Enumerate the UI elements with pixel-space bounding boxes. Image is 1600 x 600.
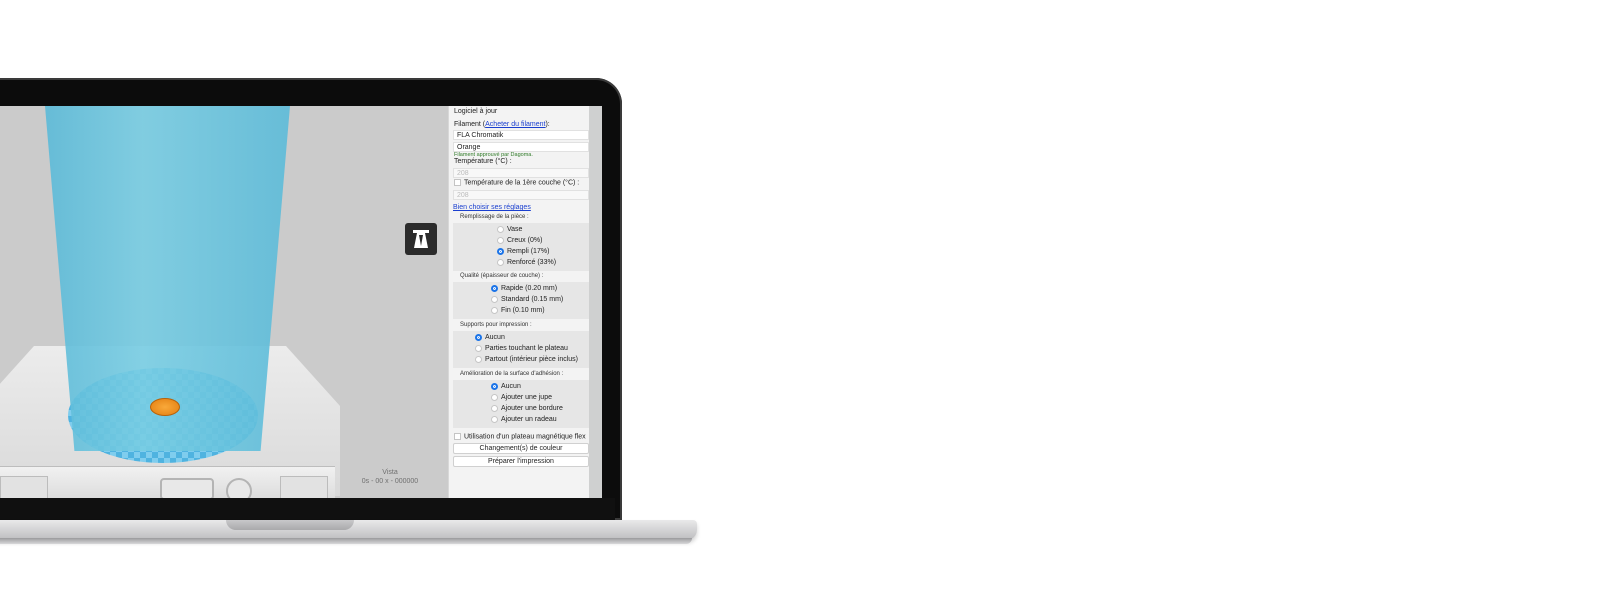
quality-option-label: Fin (0.10 mm) [501,307,545,314]
fill-radio[interactable] [497,226,504,233]
first-layer-label: Température de la 1ère couche (°C) : [464,179,580,187]
filament-label: Filament [454,121,481,128]
fill-title: Remplissage de la pièce : [460,214,529,220]
3d-viewport[interactable]: Vista 0s - 00 x - 000000 [0,106,458,498]
fill-option-label: Vase [507,226,523,233]
adhesion-radio[interactable] [491,394,498,401]
quality-radio[interactable] [491,307,498,314]
fill-option[interactable]: Renforcé (33%) [497,259,556,266]
laptop-bezel [0,498,615,520]
dagoma-logo-icon [405,223,437,255]
prepare-print-button[interactable]: Préparer l'impression [453,456,589,467]
adhesion-title: Amélioration de la surface d'adhésion : [460,371,564,377]
viewport-info-line1: Vista [382,469,398,476]
fill-radio[interactable] [497,259,504,266]
quality-option[interactable]: Fin (0.10 mm) [491,307,545,314]
filament-label-row: Filament (Acheter du filament): [454,121,550,128]
laptop-notch [226,520,354,530]
supports-option[interactable]: Aucun [475,334,505,341]
adhesion-radio[interactable] [491,416,498,423]
settings-help-link[interactable]: Bien choisir ses réglages [453,204,531,211]
adhesion-option-label: Ajouter une bordure [501,405,563,412]
magnetic-plate-label: Utilisation d'un plateau magnétique flex [464,433,586,441]
laptop-base-edge [0,538,692,544]
supports-radio[interactable] [475,345,482,352]
print-model[interactable] [150,398,180,416]
printer-card-slot [160,478,214,498]
filament-color-select[interactable]: Orange [453,142,589,152]
supports-option-label: Aucun [485,334,505,341]
fill-radio-selected[interactable] [497,248,504,255]
settings-panel: Logiciel à jour Filament (Acheter du fil… [448,106,589,498]
adhesion-option-label: Aucun [501,383,521,390]
supports-options: Aucun Parties touchant le plateau Partou… [453,331,589,368]
printer-leg-left [0,476,48,498]
fill-option[interactable]: Rempli (17%) [497,248,549,255]
adhesion-option[interactable]: Ajouter une jupe [491,394,552,401]
magnetic-plate-checkbox[interactable] [454,433,461,440]
fill-options: Vase Creux (0%) Rempli (17%) Renforcé (3… [453,223,589,271]
supports-option[interactable]: Partout (intérieur pièce inclus) [475,356,578,363]
first-layer-checkbox[interactable] [454,179,461,186]
fill-radio[interactable] [497,237,504,244]
adhesion-options: Aucun Ajouter une jupe Ajouter une bordu… [453,380,589,428]
first-layer-input[interactable]: 208 [453,190,589,200]
filament-link-close: ): [545,121,550,128]
adhesion-radio-selected[interactable] [491,383,498,390]
printer-button [226,478,252,498]
quality-option-label: Standard (0.15 mm) [501,296,564,303]
filament-select[interactable]: FLA Chromatik [453,130,589,140]
viewport-info: Vista 0s - 00 x - 000000 [355,468,425,486]
supports-option-label: Partout (intérieur pièce inclus) [485,356,578,363]
supports-radio-selected[interactable] [475,334,482,341]
adhesion-option-label: Ajouter un radeau [501,416,557,423]
viewport-info-line2: 0s - 00 x - 000000 [361,478,419,485]
adhesion-radio[interactable] [491,405,498,412]
fill-option-label: Rempli (17%) [507,248,550,255]
quality-option[interactable]: Rapide (0.20 mm) [491,285,557,292]
fill-option-label: Creux (0%) [507,237,543,244]
app-screen: Vista 0s - 00 x - 000000 Logiciel à jour… [0,106,602,498]
adhesion-option[interactable]: Ajouter un radeau [491,416,557,423]
printer-leg-right [280,476,328,498]
color-change-button[interactable]: Changement(s) de couleur [453,443,589,454]
adhesion-option-label: Ajouter une jupe [501,394,552,401]
quality-options: Rapide (0.20 mm) Standard (0.15 mm) Fin … [453,282,589,319]
supports-radio[interactable] [475,356,482,363]
adhesion-option[interactable]: Ajouter une bordure [491,405,563,412]
quality-option-label: Rapide (0.20 mm) [501,285,558,292]
update-status: Logiciel à jour [454,108,498,115]
supports-title: Supports pour impression : [460,322,532,328]
supports-option-label: Parties touchant le plateau [485,345,568,352]
quality-radio[interactable] [491,296,498,303]
fill-option[interactable]: Creux (0%) [497,237,542,244]
quality-title: Qualité (épaisseur de couche) : [460,273,544,279]
fill-option-label: Renforcé (33%) [507,259,557,266]
fill-option[interactable]: Vase [497,226,522,233]
adhesion-option[interactable]: Aucun [491,383,521,390]
temperature-input[interactable]: 208 [453,168,589,178]
quality-radio-selected[interactable] [491,285,498,292]
supports-option[interactable]: Parties touchant le plateau [475,345,568,352]
first-layer-row: Température de la 1ère couche (°C) : [454,179,579,186]
temperature-label: Température (°C) : [454,158,512,165]
buy-filament-link[interactable]: Acheter du filament [485,121,545,128]
magnetic-plate-row: Utilisation d'un plateau magnétique flex [454,433,586,440]
quality-option[interactable]: Standard (0.15 mm) [491,296,563,303]
